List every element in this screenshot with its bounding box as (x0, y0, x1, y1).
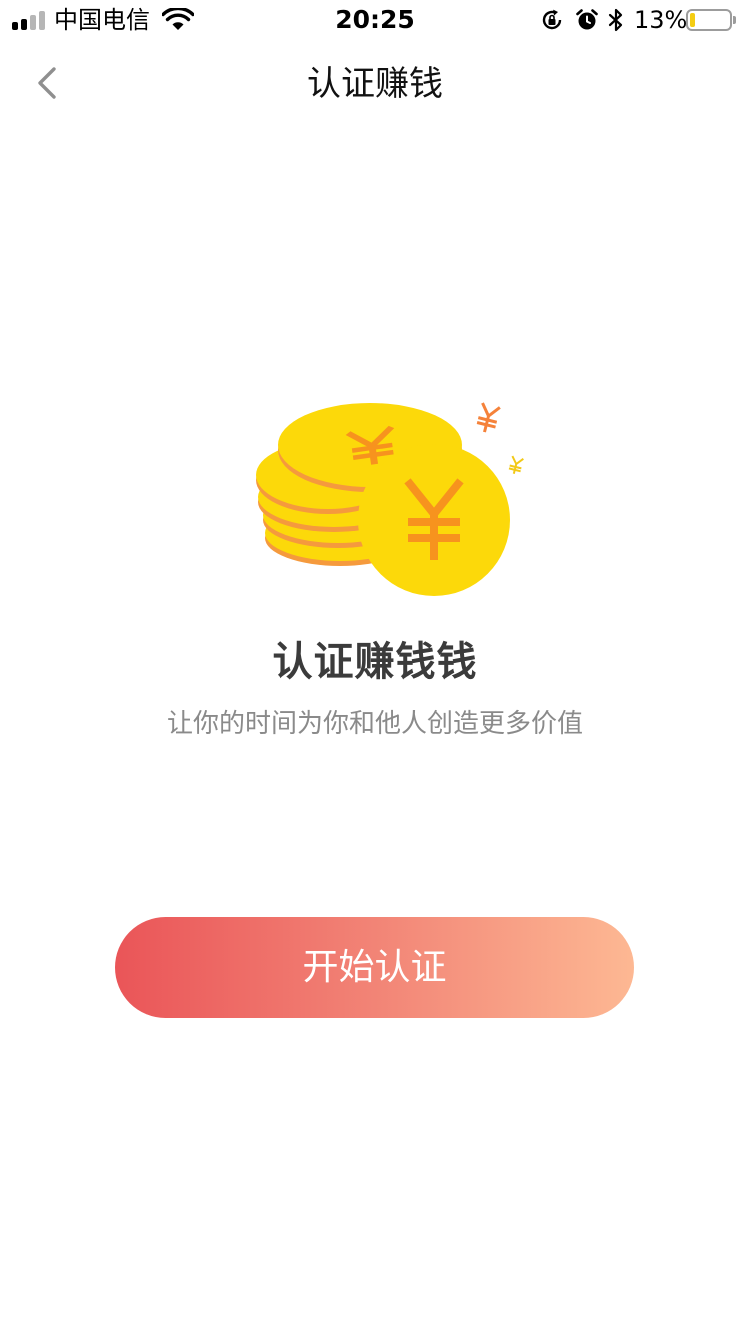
battery-icon (686, 9, 736, 31)
nav-bar: 认证赚钱 (0, 40, 750, 128)
status-bar: 中国电信 20:25 13% (0, 0, 750, 40)
bluetooth-icon (608, 8, 623, 32)
page-title: 认证赚钱 (307, 64, 443, 104)
battery-percent: 13% (634, 6, 688, 34)
battery-level-fill (690, 13, 695, 27)
start-verification-button[interactable]: 开始认证 (115, 917, 634, 1018)
headline: 认证赚钱钱 (272, 639, 478, 685)
rotation-lock-icon (542, 9, 562, 30)
gold-coins-icon (256, 402, 524, 596)
alarm-icon (576, 9, 598, 30)
subline: 让你的时间为你和他人创造更多价值 (166, 709, 583, 739)
